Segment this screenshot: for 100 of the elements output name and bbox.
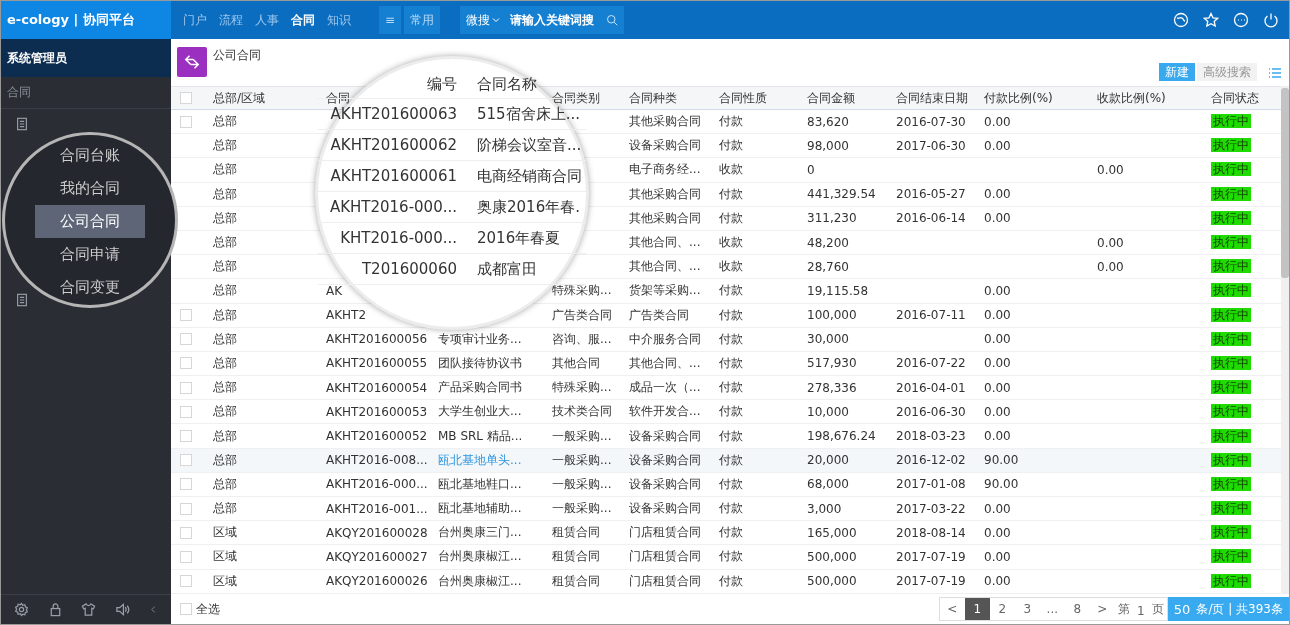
- row-checkbox[interactable]: [180, 333, 192, 346]
- table-cell-text: 付款: [718, 379, 744, 397]
- magnified-cell-text: AKHT201600061: [329, 167, 457, 185]
- table-cell-text: 付款: [718, 524, 744, 542]
- select-all-checkbox[interactable]: 全选: [180, 600, 220, 618]
- document-icon[interactable]: [15, 117, 29, 131]
- table-cell-text: 咨询、服...: [551, 330, 613, 348]
- table-cell-text: 总部: [212, 306, 238, 324]
- menu-item[interactable]: 合同申请: [35, 238, 145, 271]
- row-checkbox[interactable]: [180, 478, 192, 491]
- search-scope-dropdown[interactable]: 微搜: [460, 6, 505, 34]
- table-cell-text: 总部: [212, 475, 238, 493]
- table-cell-text: 软件开发合...: [628, 403, 702, 421]
- row-checkbox[interactable]: [180, 381, 192, 394]
- table-cell-text: 付款: [718, 113, 744, 131]
- table-cell-text: 设备采购合同: [628, 475, 702, 493]
- row-checkbox[interactable]: [180, 454, 192, 467]
- chevron-left-icon[interactable]: [148, 605, 158, 614]
- table-cell-text: 100,000: [806, 308, 858, 323]
- globe-icon[interactable]: [1173, 12, 1189, 28]
- menu-item[interactable]: 合同变更: [35, 271, 145, 304]
- status-badge: 执行中: [1211, 138, 1251, 153]
- menu-item[interactable]: 公司合同: [35, 205, 145, 238]
- nav-tab[interactable]: 流程: [219, 11, 243, 29]
- table-cell-text: 电子商务经...: [628, 161, 702, 179]
- table-cell-text: 瓯北基地鞋口...: [437, 475, 523, 493]
- search-field[interactable]: 请输入关键词搜: [504, 6, 601, 34]
- power-icon[interactable]: [1263, 12, 1279, 28]
- table-cell-text: 货架等采购...: [628, 282, 702, 300]
- table-cell-text: 517,930: [806, 356, 858, 371]
- magnified-cell-text: AKHT2016-000...: [328, 198, 457, 216]
- row-checkbox[interactable]: [180, 309, 192, 322]
- table-cell-text: 租赁合同: [551, 572, 601, 590]
- table-cell-text: AKQY201600027: [325, 549, 429, 564]
- row-checkbox[interactable]: [180, 430, 192, 443]
- page-button[interactable]: 1: [964, 598, 990, 620]
- table-cell-text: 付款: [718, 451, 744, 469]
- table-cell-text: 付款: [718, 548, 744, 566]
- caret-icon: [492, 16, 501, 24]
- table-cell-text: 区域: [212, 572, 238, 590]
- table-cell-text: 其他合同、...: [628, 258, 702, 276]
- table-cell-text: 收款: [718, 161, 744, 179]
- row-checkbox[interactable]: [180, 502, 192, 515]
- row-checkbox[interactable]: [180, 115, 192, 128]
- table-cell-text: 台州奥康三门...: [437, 524, 523, 542]
- table-cell-text: 10,000: [806, 404, 850, 419]
- document-icon[interactable]: [15, 293, 29, 307]
- status-badge: 执行中: [1211, 114, 1251, 129]
- shirt-icon[interactable]: [81, 602, 97, 617]
- table-cell-text: 0.00: [983, 114, 1012, 129]
- status-badge: 执行中: [1211, 355, 1251, 370]
- menu-item[interactable]: 我的合同: [35, 172, 145, 205]
- checkbox[interactable]: [180, 92, 192, 104]
- row-checkbox[interactable]: [180, 357, 192, 370]
- list-icon[interactable]: [1267, 65, 1283, 81]
- table-cell-text: 0.00: [983, 283, 1012, 298]
- table-cell-text: 19,115.58: [806, 283, 870, 298]
- table-cell-text: 其他采购合同: [628, 113, 702, 131]
- row-checkbox[interactable]: [180, 526, 192, 539]
- table-cell-text: AKHT2016-008...: [325, 453, 429, 468]
- favorites-button[interactable]: 常用: [404, 6, 441, 34]
- nav-tab[interactable]: 知识: [327, 11, 351, 29]
- nav-tab[interactable]: 人事: [255, 11, 279, 29]
- column-header: 合同金额: [806, 89, 856, 107]
- search-button[interactable]: [600, 6, 625, 34]
- table-cell-text: 总部: [212, 282, 238, 300]
- row-checkbox[interactable]: [180, 405, 192, 418]
- menu-item[interactable]: 合同台账: [35, 139, 145, 172]
- status-badge: 执行中: [1211, 549, 1251, 564]
- table-cell-text: 总部: [212, 258, 238, 276]
- table-cell-text: 总部: [212, 354, 238, 372]
- contract-link[interactable]: 瓯北基地单头...: [432, 451, 546, 469]
- nav-tab[interactable]: 合同: [291, 11, 315, 29]
- status-badge: 执行中: [1211, 283, 1251, 298]
- settings-icon[interactable]: [14, 602, 30, 617]
- speaker-icon[interactable]: [115, 602, 131, 617]
- table-cell-text: 总部: [212, 209, 238, 227]
- table-cell-text: 产品采购合同书: [437, 379, 523, 397]
- nav-tab[interactable]: 门户: [183, 11, 207, 29]
- table-cell-text: 0.00: [1096, 162, 1125, 177]
- table-cell-text: 总部: [212, 427, 238, 445]
- scrollbar[interactable]: [1281, 86, 1289, 594]
- table-cell-text: 2016-05-27: [895, 187, 967, 202]
- row-checkbox[interactable]: [180, 575, 192, 588]
- table-cell-text: 付款: [718, 282, 744, 300]
- table-cell-text: 0.00: [983, 574, 1012, 589]
- row-checkbox[interactable]: [180, 550, 192, 563]
- table-cell-text: 设备采购合同: [628, 451, 702, 469]
- table-cell-text: 0.00: [983, 332, 1012, 347]
- table-cell-text: 0.00: [983, 138, 1012, 153]
- table-cell-text: 付款: [718, 427, 744, 445]
- table-cell-text: 0.00: [983, 211, 1012, 226]
- magnified-cell-text: AKHT201600062: [329, 136, 457, 154]
- table-cell-text: 总部: [212, 234, 238, 252]
- more-icon[interactable]: [1233, 12, 1249, 28]
- table-cell-text: 设备采购合同: [628, 427, 702, 445]
- page-suffix: 页: [1150, 600, 1165, 618]
- status-badge: 执行中: [1211, 259, 1251, 274]
- table-cell-text: 租赁合同: [551, 524, 601, 542]
- star-icon[interactable]: [1203, 12, 1219, 28]
